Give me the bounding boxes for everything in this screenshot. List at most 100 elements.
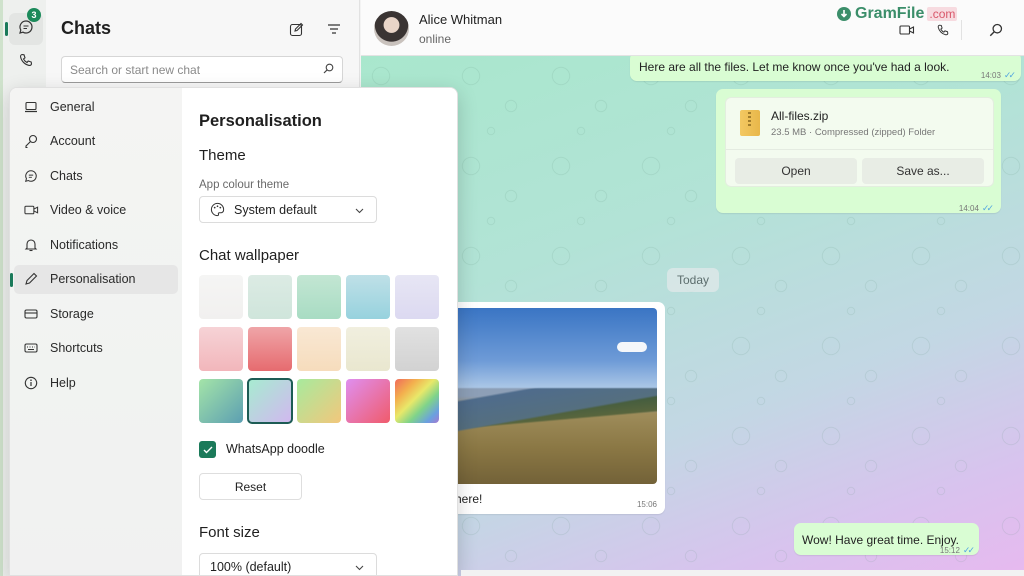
message-time: 15:06 — [636, 500, 657, 509]
photo-caption: here! — [455, 492, 483, 506]
search-input[interactable] — [70, 62, 323, 77]
theme-heading: Theme — [199, 147, 246, 164]
message-outgoing[interactable]: Here are all the files. Let me know once… — [630, 56, 1021, 81]
message-meta: 14:03 ✓✓ — [981, 65, 1016, 83]
search-icon[interactable] — [986, 20, 1006, 40]
rail-calls-button[interactable] — [9, 46, 43, 78]
settings-nav: General Account Chats Video & voice Noti… — [10, 88, 182, 575]
keyboard-icon — [23, 340, 39, 356]
composer-bar — [461, 570, 1024, 576]
settings-nav-personalisation[interactable]: Personalisation — [10, 265, 178, 294]
settings-nav-shortcuts[interactable]: Shortcuts — [14, 334, 178, 363]
app-colour-theme-value: System default — [234, 202, 317, 217]
read-ticks-icon: ✓✓ — [1003, 70, 1016, 80]
storage-icon — [23, 306, 39, 322]
save-as-button[interactable]: Save as... — [862, 158, 984, 184]
conversation-pane: Alice Whitman online GramFile .com Here … — [361, 0, 1024, 576]
message-outgoing-file[interactable]: All-files.zip 23.5 MB · Compressed (zipp… — [716, 89, 1001, 213]
wallpaper-swatch[interactable] — [199, 327, 243, 371]
font-size-value: 100% (default) — [210, 559, 292, 574]
wallpaper-swatch[interactable] — [346, 379, 390, 423]
wallpaper-swatch[interactable] — [248, 275, 292, 319]
bell-icon — [23, 237, 39, 253]
header-divider — [961, 20, 962, 40]
info-icon — [23, 375, 39, 391]
read-ticks-icon: ✓✓ — [962, 545, 975, 555]
wallpaper-swatch[interactable] — [248, 327, 292, 371]
rail-chats-button[interactable]: 3 — [5, 8, 43, 45]
nav-label: Video & voice — [50, 203, 127, 217]
photo-attachment[interactable] — [451, 308, 657, 484]
zip-folder-icon — [740, 110, 760, 136]
file-meta: 23.5 MB · Compressed (zipped) Folder — [771, 127, 936, 138]
wallpaper-swatch[interactable] — [395, 275, 439, 319]
conversation-header: Alice Whitman online GramFile .com — [361, 0, 1024, 56]
chevron-down-icon — [355, 203, 364, 217]
search-box[interactable] — [61, 56, 343, 83]
chat-wallpaper-heading: Chat wallpaper — [199, 247, 300, 264]
wallpaper-swatch[interactable] — [346, 327, 390, 371]
reset-wallpaper-button[interactable]: Reset — [199, 473, 302, 500]
wallpaper-swatch[interactable] — [395, 379, 439, 423]
nav-label: Shortcuts — [50, 341, 103, 355]
checkmark-icon — [203, 446, 212, 453]
nav-label: Personalisation — [50, 272, 136, 286]
photo-cloud — [617, 342, 647, 352]
unread-badge: 3 — [27, 8, 41, 22]
video-icon — [23, 202, 39, 218]
whatsapp-doodle-label[interactable]: WhatsApp doodle — [226, 442, 325, 456]
open-file-button[interactable]: Open — [735, 158, 857, 184]
read-ticks-icon: ✓✓ — [981, 203, 994, 213]
wallpaper-swatch[interactable] — [199, 275, 243, 319]
whatsapp-doodle-checkbox[interactable] — [199, 441, 216, 458]
filter-icon[interactable] — [323, 18, 345, 40]
message-meta: 15:12 ✓✓ — [939, 540, 975, 558]
contact-name[interactable]: Alice Whitman — [419, 12, 502, 27]
font-size-heading: Font size — [199, 524, 260, 541]
video-call-icon[interactable] — [897, 20, 917, 40]
settings-nav-chats[interactable]: Chats — [14, 162, 178, 191]
divider — [726, 149, 993, 150]
nav-label: Notifications — [50, 238, 119, 252]
settings-title: Personalisation — [199, 112, 322, 130]
message-text: Here are all the files. Let me know once… — [639, 60, 950, 74]
wallpaper-swatch[interactable] — [297, 275, 341, 319]
settings-nav-notifications[interactable]: Notifications — [14, 231, 178, 260]
wallpaper-swatch[interactable] — [297, 327, 341, 371]
nav-label: Storage — [50, 307, 94, 321]
wallpaper-swatch[interactable] — [199, 379, 243, 423]
settings-nav-storage[interactable]: Storage — [14, 300, 178, 329]
search-icon — [323, 61, 334, 79]
contact-avatar[interactable] — [374, 11, 409, 46]
settings-nav-general[interactable]: General — [14, 93, 178, 122]
message-time: 14:04 — [958, 204, 979, 213]
pencil-icon — [23, 271, 39, 287]
palette-icon — [210, 202, 226, 218]
wallpaper-swatch-selected[interactable] — [247, 378, 293, 424]
nav-label: General — [50, 100, 95, 114]
voice-call-icon[interactable] — [933, 20, 953, 40]
chevron-down-icon — [355, 560, 364, 574]
contact-status: online — [419, 32, 452, 46]
watermark-tld: .com — [927, 7, 958, 21]
settings-nav-video-voice[interactable]: Video & voice — [14, 196, 178, 225]
font-size-dropdown[interactable]: 100% (default) — [199, 553, 377, 575]
message-text: Wow! Have great time. Enjoy. — [802, 533, 959, 547]
settings-nav-account[interactable]: Account — [14, 127, 178, 156]
app-colour-label: App colour theme — [199, 179, 290, 191]
wallpaper-swatch[interactable] — [297, 379, 341, 423]
phone-icon — [18, 52, 34, 73]
day-separator: Today — [667, 268, 720, 292]
message-time: 15:12 — [939, 546, 960, 555]
wallpaper-swatch[interactable] — [346, 275, 390, 319]
active-indicator — [5, 22, 8, 36]
file-attachment[interactable]: All-files.zip 23.5 MB · Compressed (zipp… — [725, 97, 994, 187]
message-incoming-photo[interactable]: here! 15:06 — [451, 302, 665, 514]
settings-nav-help[interactable]: Help — [14, 369, 178, 398]
compose-icon[interactable] — [285, 18, 307, 40]
app-colour-theme-dropdown[interactable]: System default — [199, 196, 377, 223]
wallpaper-swatch[interactable] — [395, 327, 439, 371]
watermark-icon — [837, 7, 851, 21]
settings-dialog: General Account Chats Video & voice Noti… — [9, 87, 458, 576]
message-outgoing[interactable]: Wow! Have great time. Enjoy. 15:12 ✓✓ — [794, 523, 979, 555]
